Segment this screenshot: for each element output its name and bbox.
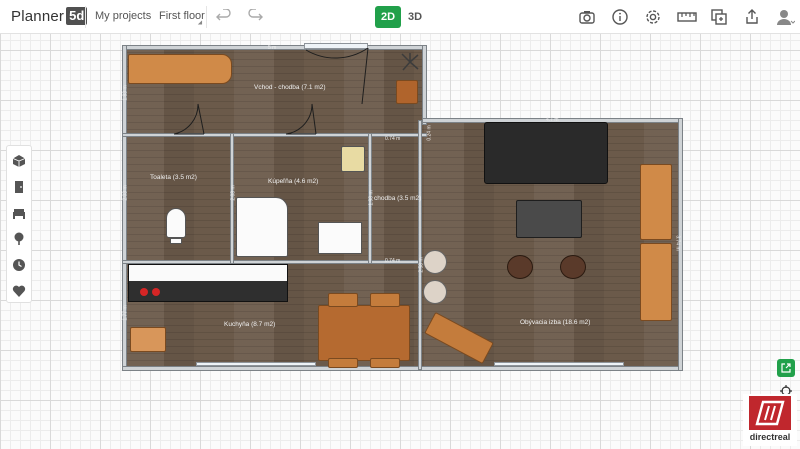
planner5d-logo[interactable]: Planner 5d [11,7,88,25]
wall-bottom[interactable] [122,366,683,371]
my-projects-link[interactable]: My projects [95,10,151,22]
ottoman[interactable] [423,280,447,304]
dining-chair[interactable] [328,293,358,307]
room-label-toilet: Toaleta (3.5 m2) [150,174,197,181]
door-swing-bath [285,103,317,135]
top-toolbar: Planner 5d My projects First floor 2D 3D [0,0,800,34]
kitchen-cabinets [129,265,287,281]
dining-chair[interactable] [370,358,400,368]
entry-stool[interactable] [396,80,418,104]
stove-burner [140,288,148,296]
dim-top-wall: 5 m [268,45,277,51]
bathroom-sink[interactable] [318,222,362,254]
dim-living-right: 3.74 m [674,235,681,251]
furniture-icon[interactable] [12,206,26,220]
entry-shoe-cabinet[interactable] [128,54,232,84]
kitchen-side-table[interactable] [130,327,166,352]
stove-burner [152,288,160,296]
window-kitchen[interactable] [196,362,316,366]
dim-bath-h: 2.03 m [230,185,237,201]
external-link-icon [781,363,791,373]
laundry-basket[interactable] [341,146,365,172]
directreal-watermark: directreal [743,394,797,446]
left-toolbar [6,145,32,303]
dim-living-left: 2.58 m [418,257,425,273]
camera-icon[interactable] [578,8,596,26]
dim-toilet-h: 2.03 m [122,185,129,201]
toilet[interactable] [166,208,186,238]
share-icon[interactable] [743,8,761,26]
directreal-logo-icon [749,396,791,430]
coffee-table[interactable] [516,200,582,238]
dim-hall-mid-2: 0.74 m [385,258,401,264]
undo-icon[interactable] [216,8,232,25]
duplicate-icon[interactable] [710,8,728,26]
window-living[interactable] [494,362,624,366]
dim-kitchen-left: 1.77 m [122,305,129,321]
floor-plan[interactable]: 5 m 4.7 m 0.74 m 0.74 m 2.03 m 2.03 m 1.… [118,40,688,376]
door-swing-toilet [173,103,205,135]
directreal-brand: directreal [749,432,791,442]
user-avatar-icon[interactable] [775,8,796,26]
logo-text: Planner [11,7,65,25]
dim-entry-left: 1.83 m [122,85,129,101]
gear-icon[interactable] [644,8,662,26]
shower[interactable] [236,197,288,257]
ottoman[interactable] [423,250,447,274]
door-swing-entrance [305,48,369,105]
info-icon[interactable] [611,8,629,26]
dim-living-top: 4.7 m [546,117,559,123]
dining-chair[interactable] [370,293,400,307]
door-icon[interactable] [12,180,26,194]
history-clock-icon[interactable] [12,258,26,272]
room-label-entry: Vchod - chodba (7.1 m2) [254,84,326,91]
wall-entry-right[interactable] [422,45,427,125]
favorites-heart-icon[interactable] [12,284,26,298]
dining-table[interactable] [318,305,410,361]
ruler-icon[interactable] [677,8,697,26]
dim-hall-mid: 0.74 m [385,136,401,142]
room-label-corridor: chodba (3.5 m2) [374,195,422,202]
armchair[interactable] [507,255,533,279]
divider [206,6,207,28]
mode-3d-button[interactable]: 3D [402,6,428,28]
dining-chair[interactable] [328,358,358,368]
external-link-button[interactable] [777,359,795,377]
floor-selector[interactable]: First floor [159,10,205,22]
dim-living-left-top: 0.24 m [426,125,433,141]
room-label-living: Obývacia izba (18.6 m2) [520,319,591,326]
divider [85,6,86,28]
construction-icon[interactable] [12,154,26,168]
sideboard-top[interactable] [640,164,672,240]
sideboard-bottom[interactable] [640,243,672,321]
redo-icon[interactable] [247,8,263,25]
exterior-tree-icon[interactable] [12,232,26,246]
mode-2d-button[interactable]: 2D [375,6,401,28]
room-label-kitchen: Kuchyňa (8.7 m2) [224,321,276,328]
armchair[interactable] [560,255,586,279]
room-label-bathroom: Kúpeľňa (4.6 m2) [268,178,319,185]
living-sofa[interactable] [484,122,608,184]
plant-icon[interactable] [400,52,420,72]
wall-living-left[interactable] [418,120,422,370]
toilet-tank [170,238,182,244]
